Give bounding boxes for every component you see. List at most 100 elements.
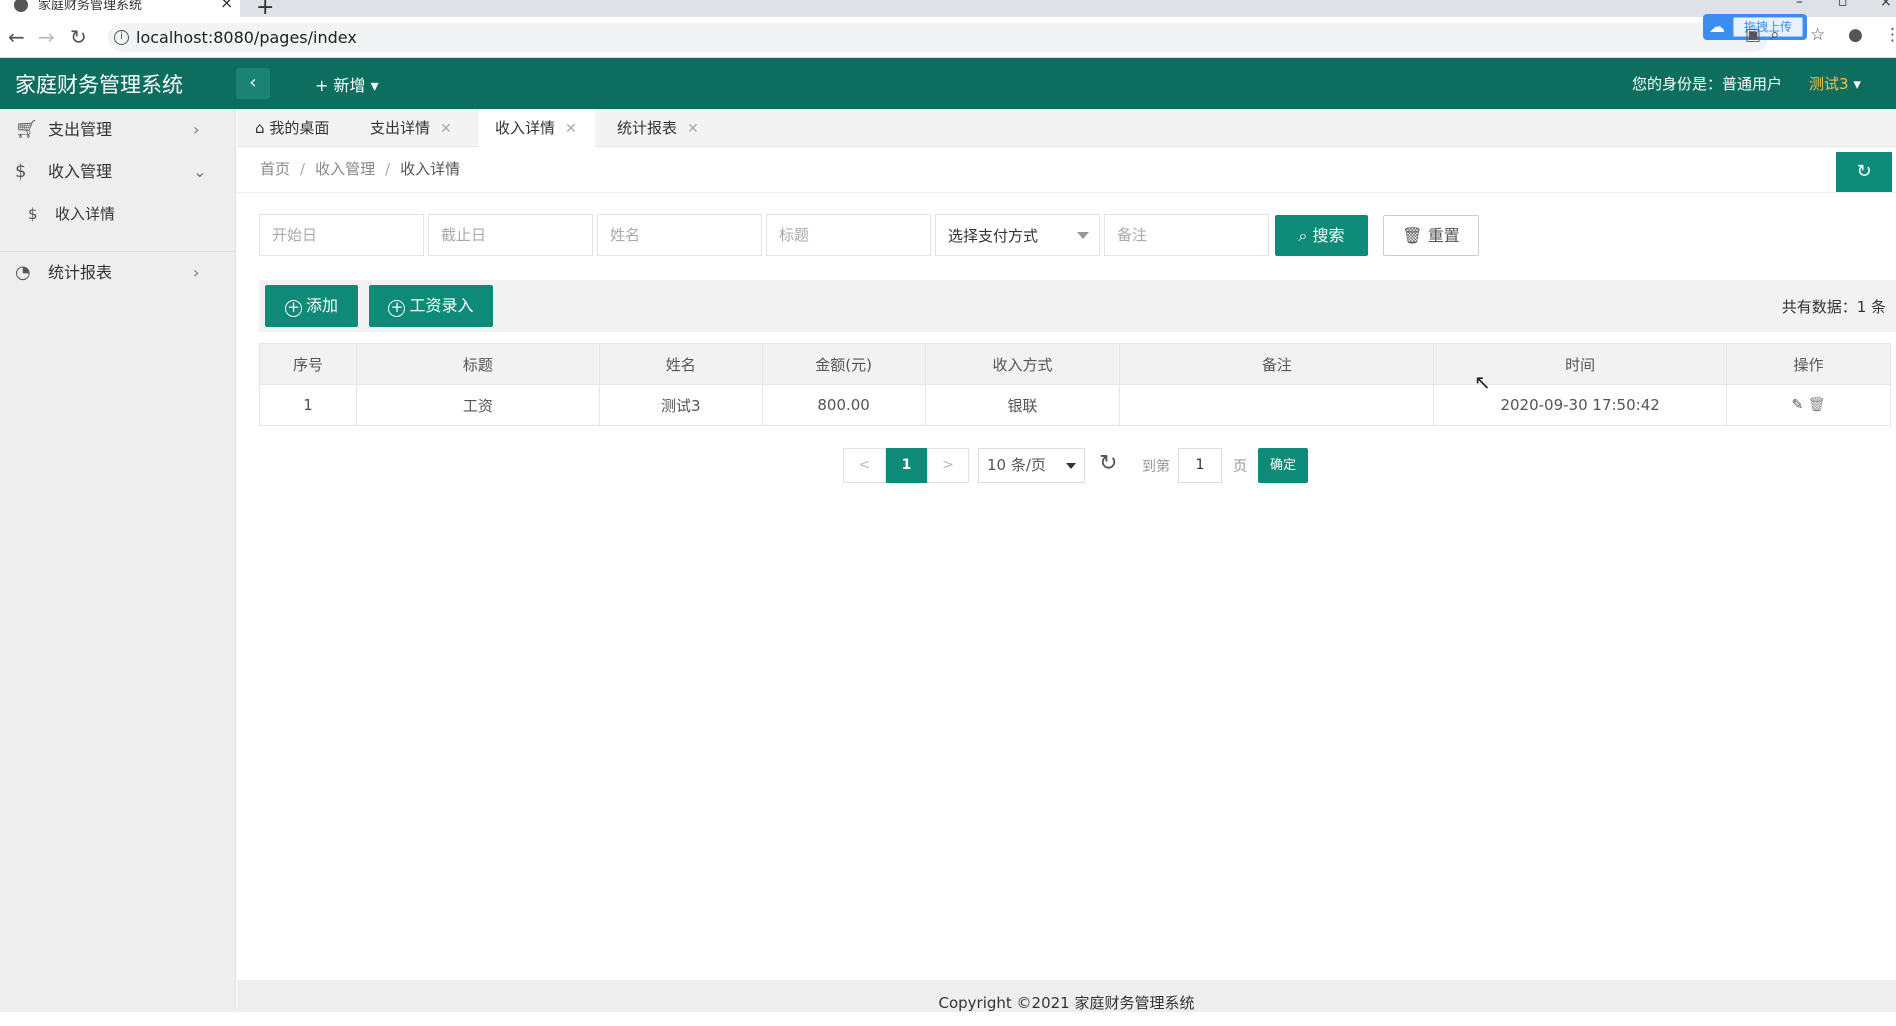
- reload-icon[interactable]: ↻: [70, 25, 87, 49]
- page-size-value: 10 条/页: [987, 456, 1046, 474]
- sidebar: 🛒︎ 支出管理 › $ 收入管理 ⌄ $ 收入详情 ◔ 统计报表 ›: [0, 109, 236, 1012]
- salary-entry-button[interactable]: + 工资录入: [369, 285, 493, 327]
- breadcrumb-separator: /: [385, 160, 391, 178]
- close-icon[interactable]: ✕: [440, 121, 452, 137]
- pay-method-select[interactable]: 选择支付方式: [935, 214, 1100, 256]
- back-icon[interactable]: ←: [8, 25, 25, 49]
- url-text: localhost:8080/pages/index: [136, 28, 357, 47]
- column-header: 备注: [1119, 343, 1435, 385]
- caret-down-icon: ▾: [1853, 75, 1861, 93]
- browser-tabstrip: 家庭财务管理系统 × + – ▫ ×: [0, 0, 1896, 20]
- remark-input[interactable]: [1104, 214, 1269, 256]
- cell-index: 1: [259, 384, 357, 426]
- breadcrumb-separator: /: [300, 160, 306, 178]
- browser-tab[interactable]: 家庭财务管理系统 ×: [0, 0, 240, 17]
- edit-icon[interactable]: ✎: [1792, 397, 1804, 413]
- sidebar-item-income-detail[interactable]: $ 收入详情: [0, 193, 236, 235]
- table-row: 1 工资 测试3 800.00 银联 2020-09-30 17:50:42 ✎…: [259, 384, 1891, 426]
- breadcrumb-income[interactable]: 收入管理: [315, 160, 375, 178]
- reload-page-icon[interactable]: ↻: [1099, 451, 1117, 476]
- name-input[interactable]: [597, 214, 762, 256]
- dollar-icon: $: [28, 205, 38, 223]
- url-field[interactable]: i localhost:8080/pages/index: [108, 23, 1768, 52]
- current-page-label: 1: [901, 457, 912, 473]
- page-size-select[interactable]: 10 条/页: [978, 448, 1085, 483]
- tab-label: 收入详情: [495, 119, 556, 137]
- close-icon[interactable]: ✕: [565, 121, 577, 137]
- restore-icon[interactable]: ▫: [1838, 0, 1848, 10]
- tab-report[interactable]: 统计报表 ✕: [617, 109, 699, 147]
- search-button[interactable]: ⌕ 搜索: [1275, 215, 1368, 256]
- reset-button[interactable]: 🗑︎ 重置: [1383, 215, 1479, 256]
- identity-label: 您的身份是：普通用户: [1632, 75, 1783, 93]
- zoom-icon[interactable]: ⌕: [1770, 25, 1780, 45]
- copyright-text: Copyright ©2021 家庭财务管理系统: [938, 994, 1195, 1012]
- close-icon[interactable]: ✕: [687, 121, 699, 137]
- address-bar-row: ← → ↻ i localhost:8080/pages/index ☁ 拖拽上…: [0, 14, 1896, 58]
- goto-prefix: 到第: [1142, 459, 1170, 475]
- dollar-icon: $: [15, 161, 27, 182]
- new-menu-label: 新增: [333, 76, 366, 95]
- tab-label: 统计报表: [617, 119, 678, 137]
- tab-label: 我的桌面: [269, 119, 330, 137]
- trash-icon: 🗑︎: [1402, 226, 1423, 245]
- window-close-icon[interactable]: ×: [1880, 0, 1892, 10]
- breadcrumb-home[interactable]: 首页: [260, 160, 290, 178]
- title-input[interactable]: [766, 214, 931, 256]
- sidebar-item-income[interactable]: $ 收入管理 ⌄: [0, 151, 236, 193]
- goto-page-input[interactable]: 1: [1178, 448, 1222, 483]
- new-menu-button[interactable]: + 新增 ▾: [315, 72, 379, 96]
- next-page-label: >: [942, 457, 954, 473]
- add-button[interactable]: + 添加: [265, 285, 358, 327]
- sidebar-item-label: 收入详情: [55, 205, 116, 223]
- delete-icon[interactable]: 🗑︎: [1808, 397, 1826, 413]
- tab-desktop[interactable]: ⌂ 我的桌面: [255, 109, 339, 147]
- column-header: 姓名: [598, 343, 763, 385]
- start-date-input[interactable]: [259, 214, 424, 256]
- reset-button-label: 重置: [1427, 226, 1460, 245]
- prev-page-button[interactable]: <: [843, 448, 886, 483]
- column-header: 序号: [259, 343, 357, 385]
- forward-icon[interactable]: →: [38, 25, 55, 49]
- extension-icon[interactable]: ▣: [1745, 25, 1761, 45]
- sidebar-item-report[interactable]: ◔ 统计报表 ›: [0, 252, 236, 294]
- page-tabs: ⌂ 我的桌面 支出详情 ✕ 收入详情 ✕ 统计报表 ✕: [237, 109, 1896, 147]
- profile-icon[interactable]: ●: [1848, 25, 1863, 45]
- cell-actions: ✎ 🗑︎: [1726, 384, 1891, 426]
- sidebar-item-label: 收入管理: [48, 162, 113, 181]
- close-tab-icon[interactable]: ×: [220, 0, 233, 11]
- browser-menu-icon[interactable]: ⋮: [1884, 25, 1896, 45]
- end-date-input[interactable]: [428, 214, 593, 256]
- pay-method-value: 选择支付方式: [948, 227, 1039, 245]
- caret-down-icon: [1066, 463, 1076, 469]
- prev-page-label: <: [858, 457, 871, 473]
- page-refresh-button[interactable]: ↻: [1836, 152, 1892, 192]
- app-title: 家庭财务管理系统: [15, 73, 183, 97]
- refresh-icon: ↻: [1856, 161, 1872, 182]
- favicon-icon: [14, 0, 28, 12]
- table-header-row: 序号 标题 姓名 金额(元) 收入方式 备注 时间 操作: [259, 343, 1891, 385]
- chevron-right-icon: ›: [193, 263, 200, 282]
- plus-circle-icon: +: [284, 300, 302, 317]
- chart-icon: ◔: [15, 262, 31, 283]
- goto-confirm-button[interactable]: 确定: [1258, 448, 1308, 483]
- tab-income-detail[interactable]: 收入详情 ✕: [479, 109, 595, 147]
- cell-title: 工资: [355, 384, 600, 426]
- tab-expense-detail[interactable]: 支出详情 ✕: [370, 109, 452, 147]
- minimize-icon[interactable]: –: [1796, 0, 1803, 10]
- cell-method: 银联: [924, 384, 1121, 426]
- salary-entry-label: 工资录入: [409, 296, 474, 315]
- page-1-button[interactable]: 1: [886, 448, 927, 483]
- bookmark-star-icon[interactable]: ☆: [1810, 25, 1825, 45]
- user-menu[interactable]: 测试3 ▾: [1809, 73, 1861, 94]
- collapse-sidebar-button[interactable]: ‹: [236, 68, 270, 99]
- info-icon[interactable]: i: [114, 30, 129, 45]
- cell-amount: 800.00: [761, 384, 926, 426]
- plus-icon: +: [315, 76, 329, 95]
- sidebar-item-expense[interactable]: 🛒︎ 支出管理 ›: [0, 109, 236, 151]
- next-page-button[interactable]: >: [927, 448, 969, 483]
- home-icon: ⌂: [255, 119, 265, 137]
- chevron-right-icon: ›: [193, 120, 200, 139]
- goto-suffix: 页: [1233, 459, 1247, 475]
- tab-label: 支出详情: [370, 119, 431, 137]
